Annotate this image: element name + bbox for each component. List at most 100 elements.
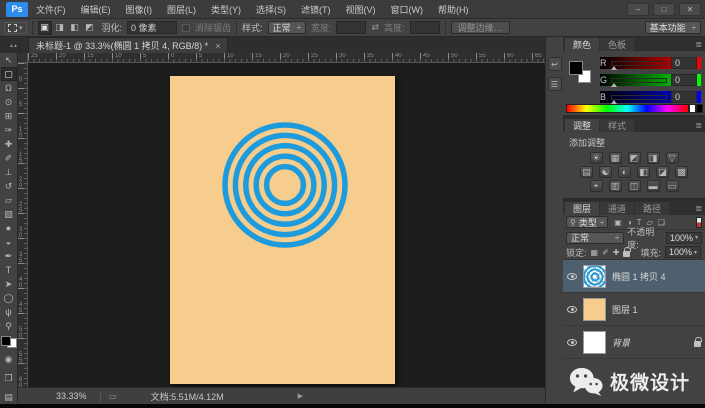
subtract-selection-icon[interactable]: ◧	[68, 21, 82, 35]
add-selection-icon[interactable]: ◨	[53, 21, 67, 35]
layer-thumbnail[interactable]	[583, 330, 606, 354]
tab-swatches[interactable]: 色板	[600, 38, 635, 51]
canvas-area[interactable]: 25 20 15 10 5 0 5 10 15 20 25 30 35 40 45 50 55 60 65 0 5 10…	[18, 53, 545, 387]
invert-icon[interactable]: ◓	[589, 180, 603, 192]
width-input[interactable]	[336, 21, 367, 34]
tab-styles[interactable]: 样式	[600, 119, 635, 132]
photo-filter-icon[interactable]: ◧	[637, 166, 650, 178]
swap-dimensions-icon[interactable]: ⇄	[371, 22, 379, 33]
exposure-icon[interactable]: ◨	[646, 152, 660, 164]
rectangular-marquee-tool[interactable]: ▢	[0, 67, 17, 81]
curves-icon[interactable]: ◩	[627, 152, 641, 164]
pen-tool[interactable]: ✒	[1, 249, 17, 263]
color-value-input[interactable]: 0	[671, 91, 697, 103]
tab-channels[interactable]: 通道	[600, 202, 635, 215]
layer-filter-toggle[interactable]	[696, 216, 702, 228]
opacity-value[interactable]: 100% ▾	[665, 231, 702, 244]
workspace-select[interactable]: 基本功能 ÷	[644, 21, 701, 34]
horizontal-ruler[interactable]: 25 20 15 10 5 0 5 10 15 20 25 30 35 40 45 50 55 60 65	[28, 53, 545, 63]
menu-type[interactable]: 类型(Y)	[211, 3, 241, 16]
tab-color[interactable]: 颜色	[565, 38, 600, 51]
dock-collapse-icon[interactable]: ▴▴	[0, 37, 28, 53]
height-input[interactable]	[409, 21, 440, 34]
tab-paths[interactable]: 路径	[635, 202, 670, 215]
eyedropper-tool[interactable]: ✑	[1, 123, 17, 137]
menu-image[interactable]: 图像(I)	[126, 3, 153, 16]
blur-tool[interactable]: ●	[1, 221, 17, 235]
menu-view[interactable]: 视图(V)	[346, 3, 376, 16]
hue-saturation-icon[interactable]: ▤	[580, 166, 593, 178]
color-value-input[interactable]: 0	[671, 74, 697, 86]
tool-preset-picker[interactable]: ▾	[4, 21, 27, 34]
color-slider-track[interactable]	[611, 94, 667, 104]
maximize-button[interactable]: □	[653, 2, 675, 16]
tab-adjustments[interactable]: 调整	[565, 119, 600, 132]
channel-mixer-icon[interactable]: ◪	[656, 166, 669, 178]
feather-input[interactable]: 0 像素	[127, 21, 178, 34]
zoom-level-field[interactable]: 33.33%	[56, 391, 92, 401]
menu-window[interactable]: 窗口(W)	[391, 3, 424, 16]
minimize-button[interactable]: –	[627, 2, 649, 16]
lock-position-icon[interactable]: ✚	[613, 248, 620, 257]
intersect-selection-icon[interactable]: ◩	[83, 21, 97, 35]
layer-row-background[interactable]: 背景	[563, 326, 705, 359]
type-tool[interactable]: T	[1, 263, 17, 277]
refine-edge-button[interactable]: 调整边缘…	[450, 21, 510, 34]
screen-mode-icon[interactable]: ❒	[1, 371, 17, 385]
clone-stamp-tool[interactable]: ⊥	[1, 165, 17, 179]
vertical-ruler[interactable]: 0 5 10 15 20 25 30 35 40 45 50 55 60	[18, 63, 28, 387]
ellipse-tool[interactable]: ◯	[1, 291, 17, 305]
vibrance-icon[interactable]: ▽	[665, 152, 679, 164]
document-tab[interactable]: 未标题-1 @ 33.3%(椭圆 1 拷贝 4, RGB/8) * ×	[28, 37, 229, 53]
lock-paint-icon[interactable]: ✐	[602, 248, 609, 257]
move-tool[interactable]: ↖	[1, 53, 17, 67]
color-value-input[interactable]: 0	[671, 57, 697, 69]
properties-panel-icon[interactable]: ☰	[547, 77, 562, 91]
black-white-icon[interactable]: ◐	[618, 166, 631, 178]
visibility-eye-icon[interactable]	[567, 272, 577, 280]
black-swatch[interactable]	[696, 104, 703, 113]
panel-menu-icon[interactable]: ≣	[695, 204, 702, 213]
menu-file[interactable]: 文件(F)	[36, 3, 66, 16]
tab-layers[interactable]: 图层	[565, 202, 600, 215]
blend-mode-select[interactable]: 正常 ÷	[566, 231, 625, 244]
history-brush-tool[interactable]: ↺	[1, 179, 17, 193]
history-panel-icon[interactable]: ↩	[547, 57, 562, 71]
color-balance-icon[interactable]: ☯	[599, 166, 612, 178]
color-lookup-icon[interactable]: ▩	[675, 166, 688, 178]
foreground-color-swatch[interactable]	[0, 336, 11, 346]
gradient-tool[interactable]: ▧	[1, 207, 17, 221]
posterize-icon[interactable]: ▥	[608, 180, 622, 192]
eraser-tool[interactable]: ▱	[1, 193, 17, 207]
visibility-eye-icon[interactable]	[567, 338, 577, 346]
zoom-tool[interactable]: ⚲	[1, 319, 17, 333]
white-swatch[interactable]	[689, 104, 696, 113]
layer-row-layer1[interactable]: 图层 1	[563, 293, 705, 326]
dodge-tool[interactable]: ◒	[1, 235, 17, 249]
brightness-contrast-icon[interactable]: ☀	[589, 152, 603, 164]
menu-select[interactable]: 选择(S)	[256, 3, 286, 16]
tab-close-icon[interactable]: ×	[215, 41, 220, 51]
menu-filter[interactable]: 滤镜(T)	[301, 3, 331, 16]
mini-bridge-icon[interactable]: ▤	[1, 390, 17, 404]
layer-thumbnail[interactable]	[583, 297, 606, 321]
close-button[interactable]: ✕	[679, 2, 701, 16]
menu-layer[interactable]: 图层(L)	[167, 3, 196, 16]
color-slider-track[interactable]	[611, 60, 667, 70]
panel-menu-icon[interactable]: ≣	[695, 121, 702, 130]
style-select[interactable]: 正常 ÷	[267, 21, 306, 34]
visibility-eye-icon[interactable]	[567, 305, 577, 313]
hand-tool[interactable]: ψ	[1, 305, 17, 319]
quick-selection-tool[interactable]: ⊙	[1, 95, 17, 109]
gradient-map-icon[interactable]: ▬	[646, 180, 660, 192]
menu-edit[interactable]: 编辑(E)	[81, 3, 111, 16]
new-selection-icon[interactable]: ▣	[37, 20, 52, 35]
color-spectrum-ramp[interactable]	[566, 104, 689, 113]
menu-help[interactable]: 帮助(H)	[438, 3, 469, 16]
lasso-tool[interactable]: Ω	[1, 81, 17, 95]
foreground-color-swatch[interactable]	[569, 61, 583, 75]
color-slider-track[interactable]	[611, 77, 667, 87]
threshold-icon[interactable]: ◫	[627, 180, 641, 192]
panel-menu-icon[interactable]: ≣	[695, 40, 702, 49]
brush-tool[interactable]: ✐	[1, 151, 17, 165]
